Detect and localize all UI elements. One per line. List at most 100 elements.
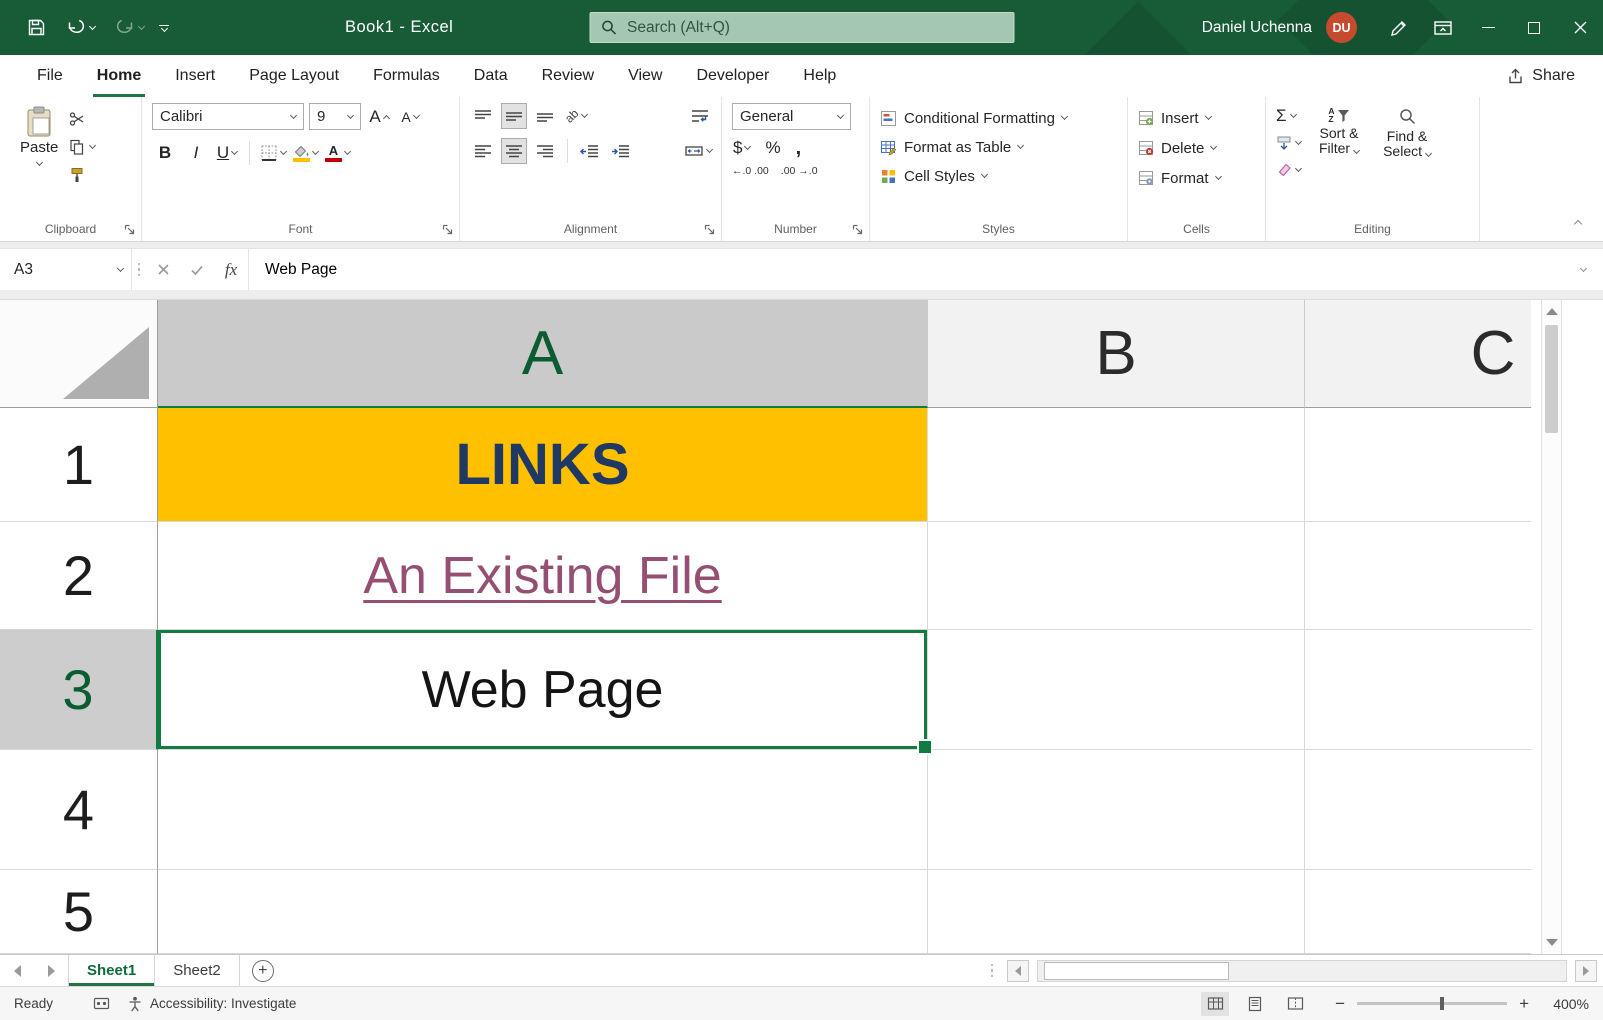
delete-cells-button[interactable]: Delete xyxy=(1138,137,1257,159)
sheet-tab-sheet2[interactable]: Sheet2 xyxy=(155,955,240,986)
zoom-slider-thumb[interactable] xyxy=(1440,997,1444,1010)
cut-button[interactable] xyxy=(68,108,95,130)
format-as-table-button[interactable]: Format as Table xyxy=(880,136,1119,158)
name-box[interactable] xyxy=(0,249,132,290)
cell-C4[interactable] xyxy=(1305,750,1531,870)
row-header-2[interactable]: 2 xyxy=(0,522,158,630)
redo-button[interactable] xyxy=(110,15,149,40)
number-format-combo[interactable]: General xyxy=(732,103,851,130)
scroll-up-icon[interactable] xyxy=(1546,308,1558,315)
cell-A1[interactable]: LINKS xyxy=(158,408,928,522)
cell-C1[interactable] xyxy=(1305,408,1531,522)
row-header-4[interactable]: 4 xyxy=(0,750,158,870)
row-header-1[interactable]: 1 xyxy=(0,408,158,522)
page-layout-view-button[interactable] xyxy=(1241,992,1269,1016)
align-left-button[interactable] xyxy=(470,138,496,164)
align-center-button[interactable] xyxy=(501,138,527,164)
page-break-preview-button[interactable] xyxy=(1281,992,1309,1016)
tab-review[interactable]: Review xyxy=(525,55,611,97)
increase-font-size-button[interactable]: A xyxy=(366,104,392,130)
autosum-button[interactable]: Σ xyxy=(1276,105,1301,127)
bottom-align-button[interactable] xyxy=(532,103,558,129)
cell-B4[interactable] xyxy=(928,750,1305,870)
select-all-corner[interactable] xyxy=(0,300,158,408)
pen-icon[interactable] xyxy=(1377,0,1421,55)
avatar[interactable]: DU xyxy=(1326,12,1357,43)
horizontal-scrollbar[interactable] xyxy=(1037,960,1567,982)
ribbon-display-options-icon[interactable] xyxy=(1421,0,1465,55)
name-box-input[interactable] xyxy=(14,261,86,279)
format-cells-button[interactable]: Format xyxy=(1138,167,1257,189)
cell-styles-button[interactable]: Cell Styles xyxy=(880,165,1119,187)
number-dialog-launcher[interactable] xyxy=(852,224,863,235)
vertical-scrollbar-thumb[interactable] xyxy=(1545,325,1558,433)
tab-help[interactable]: Help xyxy=(786,55,853,97)
horizontal-scroll-left-button[interactable] xyxy=(1007,960,1029,982)
next-sheet-button[interactable] xyxy=(34,955,68,986)
column-header-B[interactable]: B xyxy=(928,300,1305,408)
borders-button[interactable] xyxy=(259,140,287,166)
close-button[interactable] xyxy=(1557,0,1603,55)
formula-bar-splitter[interactable] xyxy=(132,249,146,290)
cell-A4[interactable] xyxy=(158,750,928,870)
enter-button[interactable] xyxy=(180,249,214,290)
cell-C2[interactable] xyxy=(1305,522,1531,630)
row-header-5[interactable]: 5 xyxy=(0,870,158,954)
expand-formula-bar-button[interactable] xyxy=(1563,249,1603,290)
zoom-slider[interactable] xyxy=(1357,1002,1507,1005)
scroll-down-icon[interactable] xyxy=(1546,939,1558,946)
vertical-scrollbar[interactable] xyxy=(1541,300,1562,954)
formula-input-area[interactable] xyxy=(248,249,1563,290)
increase-indent-button[interactable] xyxy=(608,138,634,164)
cell-B1[interactable] xyxy=(928,408,1305,522)
cancel-button[interactable] xyxy=(146,249,180,290)
accessibility-status[interactable]: Accessibility: Investigate xyxy=(127,996,296,1012)
insert-cells-button[interactable]: Insert xyxy=(1138,107,1257,129)
previous-sheet-button[interactable] xyxy=(0,955,34,986)
maximize-button[interactable] xyxy=(1511,0,1557,55)
underline-button[interactable]: U xyxy=(214,140,240,166)
conditional-formatting-button[interactable]: Conditional Formatting xyxy=(880,107,1119,129)
save-icon[interactable] xyxy=(22,14,51,41)
zoom-level[interactable]: 400% xyxy=(1541,996,1589,1012)
middle-align-button[interactable] xyxy=(501,103,527,129)
new-sheet-button[interactable]: + xyxy=(252,960,274,982)
find-select-button[interactable]: Find & Select xyxy=(1377,105,1437,215)
collapse-ribbon-button[interactable] xyxy=(1575,214,1581,232)
copy-button[interactable] xyxy=(68,136,95,158)
cell-A5[interactable] xyxy=(158,870,928,954)
fill-button[interactable] xyxy=(1276,132,1301,154)
share-button[interactable]: Share xyxy=(1507,55,1575,97)
formula-input[interactable] xyxy=(249,261,1563,279)
cell-C5[interactable] xyxy=(1305,870,1531,954)
tab-developer[interactable]: Developer xyxy=(679,55,786,97)
cell-C3[interactable] xyxy=(1305,630,1531,750)
accounting-format-button[interactable]: $ xyxy=(732,137,751,159)
tab-formulas[interactable]: Formulas xyxy=(356,55,457,97)
cell-A3-active[interactable]: Web Page xyxy=(158,630,928,750)
column-header-A[interactable]: A xyxy=(158,300,928,408)
insert-function-button[interactable]: fx xyxy=(214,249,248,290)
sheet-tab-sheet1[interactable]: Sheet1 xyxy=(68,955,155,986)
undo-button[interactable] xyxy=(61,15,100,40)
row-header-3[interactable]: 3 xyxy=(0,630,158,750)
align-right-button[interactable] xyxy=(532,138,558,164)
tab-home[interactable]: Home xyxy=(80,55,158,97)
alignment-dialog-launcher[interactable] xyxy=(704,224,715,235)
increase-decimal-button[interactable]: ←.0 .00 xyxy=(732,165,769,177)
percent-style-button[interactable]: % xyxy=(764,137,781,159)
horizontal-scroll-right-button[interactable] xyxy=(1575,960,1597,982)
user-name[interactable]: Daniel Uchenna xyxy=(1202,19,1312,37)
horizontal-scrollbar-thumb[interactable] xyxy=(1044,962,1229,980)
wrap-text-button[interactable] xyxy=(687,103,713,129)
font-family-combo[interactable]: Calibri xyxy=(152,103,304,130)
font-size-combo[interactable]: 9 xyxy=(309,103,361,130)
italic-button[interactable]: I xyxy=(183,140,209,166)
minimize-button[interactable] xyxy=(1465,0,1511,55)
tab-file[interactable]: File xyxy=(20,55,80,97)
bold-button[interactable]: B xyxy=(152,140,178,166)
top-align-button[interactable] xyxy=(470,103,496,129)
decrease-decimal-button[interactable]: .00 →.0 xyxy=(781,165,818,177)
macro-record-button[interactable] xyxy=(87,992,115,1016)
clipboard-dialog-launcher[interactable] xyxy=(124,224,135,235)
